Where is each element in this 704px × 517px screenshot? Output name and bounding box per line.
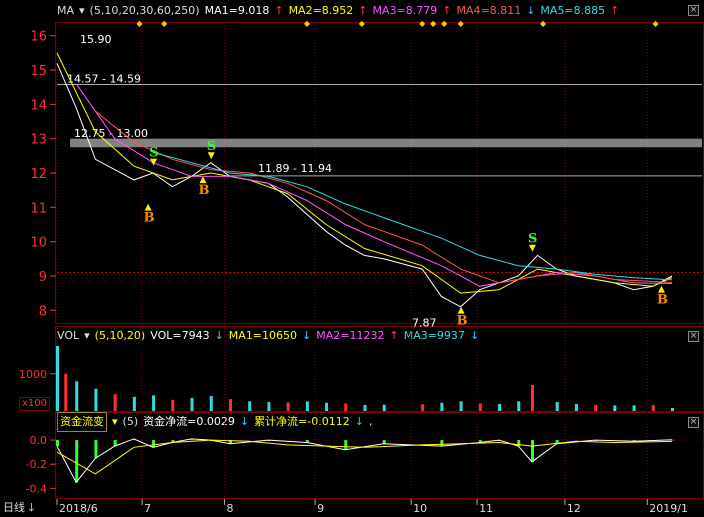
y-tick-label: 12 xyxy=(30,167,47,182)
volume-bar xyxy=(344,403,348,411)
volume-bar xyxy=(286,402,290,411)
ma-line-ma2 xyxy=(56,52,673,294)
x-tick-label: 9 xyxy=(317,502,324,515)
y-tick-label: 8 xyxy=(39,304,47,319)
volume-bar xyxy=(555,402,559,411)
flow-bar xyxy=(75,440,79,483)
flow-bar xyxy=(56,440,59,447)
ma-line-ma1 xyxy=(56,63,673,308)
ma-line-ma4 xyxy=(95,110,673,284)
event-diamond-icon: ◆ xyxy=(419,19,426,28)
event-diamond-icon: ◆ xyxy=(136,19,143,28)
ma-line-ma3 xyxy=(75,83,673,287)
event-diamond-icon: ◆ xyxy=(458,19,465,28)
volume-bar xyxy=(209,396,213,411)
volume-bar xyxy=(171,399,175,411)
volume-bar xyxy=(75,381,79,411)
flow-bar xyxy=(152,440,156,448)
volume-bar xyxy=(132,396,136,411)
x-tick-label: 11 xyxy=(479,502,493,515)
volume-bar xyxy=(478,403,482,411)
volume-bar xyxy=(113,394,117,411)
volume-bar xyxy=(64,373,68,411)
volume-bar xyxy=(94,388,98,411)
volume-bar xyxy=(248,401,252,411)
signal-b: B xyxy=(457,313,468,328)
volume-bar xyxy=(613,405,617,411)
x-tick-label: 8 xyxy=(226,502,233,515)
volume-bar xyxy=(671,408,674,411)
y-tick-label: 1000 xyxy=(19,368,47,381)
volume-bar xyxy=(459,401,463,411)
volume-bar xyxy=(56,345,59,411)
event-diamond-icon: ◆ xyxy=(430,19,437,28)
volume-bar xyxy=(530,384,534,411)
y-tick-label: 16 xyxy=(30,30,47,45)
y-tick-label: -0.2 xyxy=(26,458,47,471)
y-tick-label: 14 xyxy=(30,98,47,113)
volume-bar xyxy=(325,402,329,411)
x-tick-label: 2018/6 xyxy=(59,502,98,515)
volume-bar xyxy=(382,404,386,411)
signal-arrow-icon: ▲ xyxy=(145,202,152,212)
signal-b: B xyxy=(657,293,668,308)
signal-b: B xyxy=(144,210,155,225)
y-tick-label: -0.4 xyxy=(26,482,47,495)
volume-bar xyxy=(152,395,156,411)
event-diamond-icon: ◆ xyxy=(161,19,168,28)
signal-arrow-icon: ▼ xyxy=(529,244,536,254)
y-tick-label: 15 xyxy=(30,64,47,79)
flow-bar xyxy=(344,440,348,450)
price-level-label: 11.89 - 11.94 xyxy=(258,162,332,175)
signal-b: B xyxy=(199,183,210,198)
volume-bar xyxy=(632,405,636,411)
flow-bar xyxy=(94,440,98,459)
stock-chart[interactable]: 2018/6 7 8 9 10 11 12 2019/1 8 9 10 11 12 13 14 15 16 15.… xyxy=(0,0,704,517)
event-diamond-icon: ◆ xyxy=(653,19,660,28)
volume-bar xyxy=(305,401,309,411)
price-level-label: 7.87 xyxy=(412,317,437,330)
x-tick-label: 10 xyxy=(413,502,427,515)
volume-bar xyxy=(363,405,367,411)
y-tick-label: 0.0 xyxy=(30,434,48,447)
volume-bar xyxy=(574,403,578,411)
y-tick-label: 9 xyxy=(39,270,47,285)
volume-bar xyxy=(651,405,655,411)
flow-bar xyxy=(382,440,386,444)
signal-arrow-icon: ▲ xyxy=(458,305,465,315)
volume-bar xyxy=(421,404,425,411)
y-tick-label: 13 xyxy=(30,133,47,148)
signal-arrow-icon: ▲ xyxy=(200,175,207,185)
flow-line xyxy=(56,439,673,475)
flow-bar xyxy=(530,440,534,462)
volume-bar xyxy=(440,402,444,411)
level-band xyxy=(70,138,702,148)
volume-bar xyxy=(517,401,521,411)
event-diamond-icon: ◆ xyxy=(359,19,366,28)
event-diamond-icon: ◆ xyxy=(441,19,448,28)
event-diamond-icon: ◆ xyxy=(304,19,311,28)
y-tick-label: 11 xyxy=(30,201,47,216)
signal-arrow-icon: ▼ xyxy=(208,151,215,161)
signal-arrow-icon: ▲ xyxy=(658,285,665,295)
volume-bar xyxy=(498,403,502,411)
x-tick-label: 2019/1 xyxy=(649,502,688,515)
x-tick-label: 12 xyxy=(567,502,581,515)
event-diamond-icon: ◆ xyxy=(540,19,547,28)
signal-arrow-icon: ▼ xyxy=(150,158,157,168)
price-level-label: 14.57 - 14.59 xyxy=(67,72,141,85)
volume-bar xyxy=(267,402,271,411)
volume-bar xyxy=(190,397,194,411)
y-tick-label: 10 xyxy=(30,236,47,251)
volume-bar xyxy=(228,399,232,411)
volume-bar xyxy=(594,405,598,411)
x-tick-label: 7 xyxy=(144,502,151,515)
flow-bar xyxy=(440,440,444,447)
price-level-label: 15.90 xyxy=(80,33,112,46)
